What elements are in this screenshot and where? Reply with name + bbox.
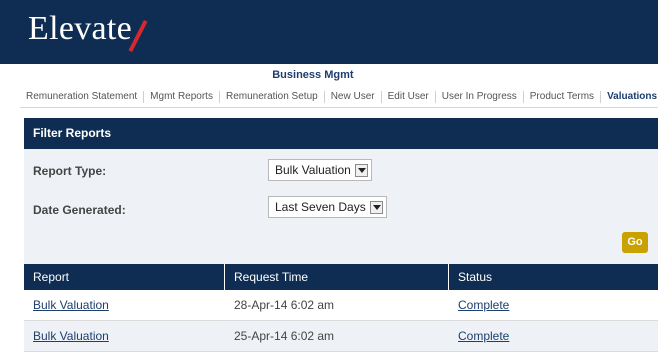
sub-tab-product-terms[interactable]: Product Terms	[524, 90, 602, 103]
request-time-cell: 25-Apr-14 6:02 am	[234, 329, 335, 343]
status-link[interactable]: Complete	[458, 329, 509, 343]
main-tab-literature[interactable]: Literature	[529, 64, 596, 86]
main-tab-help[interactable]: Help	[596, 64, 636, 86]
sub-tab-edit-user[interactable]: Edit User	[382, 90, 436, 103]
table-header: Report Request Time Status	[24, 264, 658, 290]
dropdown-arrow-icon[interactable]	[369, 200, 383, 214]
column-header-status[interactable]: Status	[449, 264, 658, 290]
sub-tab-user-in-progress[interactable]: User In Progress	[436, 90, 524, 103]
table-row: Bulk Valuation 28-Apr-14 6:02 am Complet…	[24, 290, 658, 321]
sub-tab-mgmt-reports[interactable]: Mgmt Reports	[144, 90, 220, 103]
sub-tab-remuneration-setup[interactable]: Remuneration Setup	[220, 90, 325, 103]
sub-tab-new-user[interactable]: New User	[325, 90, 382, 103]
report-type-select[interactable]: Bulk Valuation	[268, 159, 372, 181]
main-tab-existing-clients[interactable]: Existing Clients	[166, 64, 265, 86]
date-generated-label: Date Generated:	[33, 203, 126, 217]
report-link[interactable]: Bulk Valuation	[33, 298, 109, 312]
sub-tab-valuations[interactable]: Valuations	[601, 91, 658, 103]
main-tab-admin[interactable]: Admin	[636, 64, 658, 86]
sub-tab-remuneration-statement[interactable]: Remuneration Statement	[20, 90, 145, 103]
column-header-request-time[interactable]: Request Time	[225, 264, 449, 290]
status-link[interactable]: Complete	[458, 298, 509, 312]
main-nav: Dashboard New Client Existing Clients Bu…	[20, 64, 658, 86]
main-tab-research[interactable]: Research	[362, 64, 428, 86]
report-type-value: Bulk Valuation	[275, 163, 351, 177]
dropdown-arrow-icon[interactable]	[354, 163, 368, 177]
column-header-report[interactable]: Report	[24, 264, 225, 290]
main-tab-business-mgmt[interactable]: Business Mgmt	[264, 64, 362, 86]
filter-reports-title: Filter Reports	[24, 118, 658, 149]
brand-logo[interactable]: Elevate	[28, 10, 132, 48]
sub-nav: Remuneration Statement Mgmt Reports Remu…	[20, 86, 658, 108]
report-type-label: Report Type:	[33, 164, 107, 178]
date-generated-select[interactable]: Last Seven Days	[268, 196, 387, 218]
app-header: Elevate	[0, 0, 658, 64]
main-tab-dashboard[interactable]: Dashboard	[20, 64, 93, 86]
filter-reports-panel: Filter Reports Report Type: Bulk Valuati…	[24, 118, 658, 264]
reports-table: Report Request Time Status Bulk Valuatio…	[24, 264, 658, 352]
go-button[interactable]: Go	[622, 232, 648, 253]
date-generated-value: Last Seven Days	[275, 200, 366, 214]
request-time-cell: 28-Apr-14 6:02 am	[234, 298, 335, 312]
main-tab-model-portfolios[interactable]: Model Portfolios	[427, 64, 529, 86]
report-link[interactable]: Bulk Valuation	[33, 329, 109, 343]
table-row: Bulk Valuation 25-Apr-14 6:02 am Complet…	[24, 321, 658, 352]
main-tab-new-client[interactable]: New Client	[93, 64, 165, 86]
